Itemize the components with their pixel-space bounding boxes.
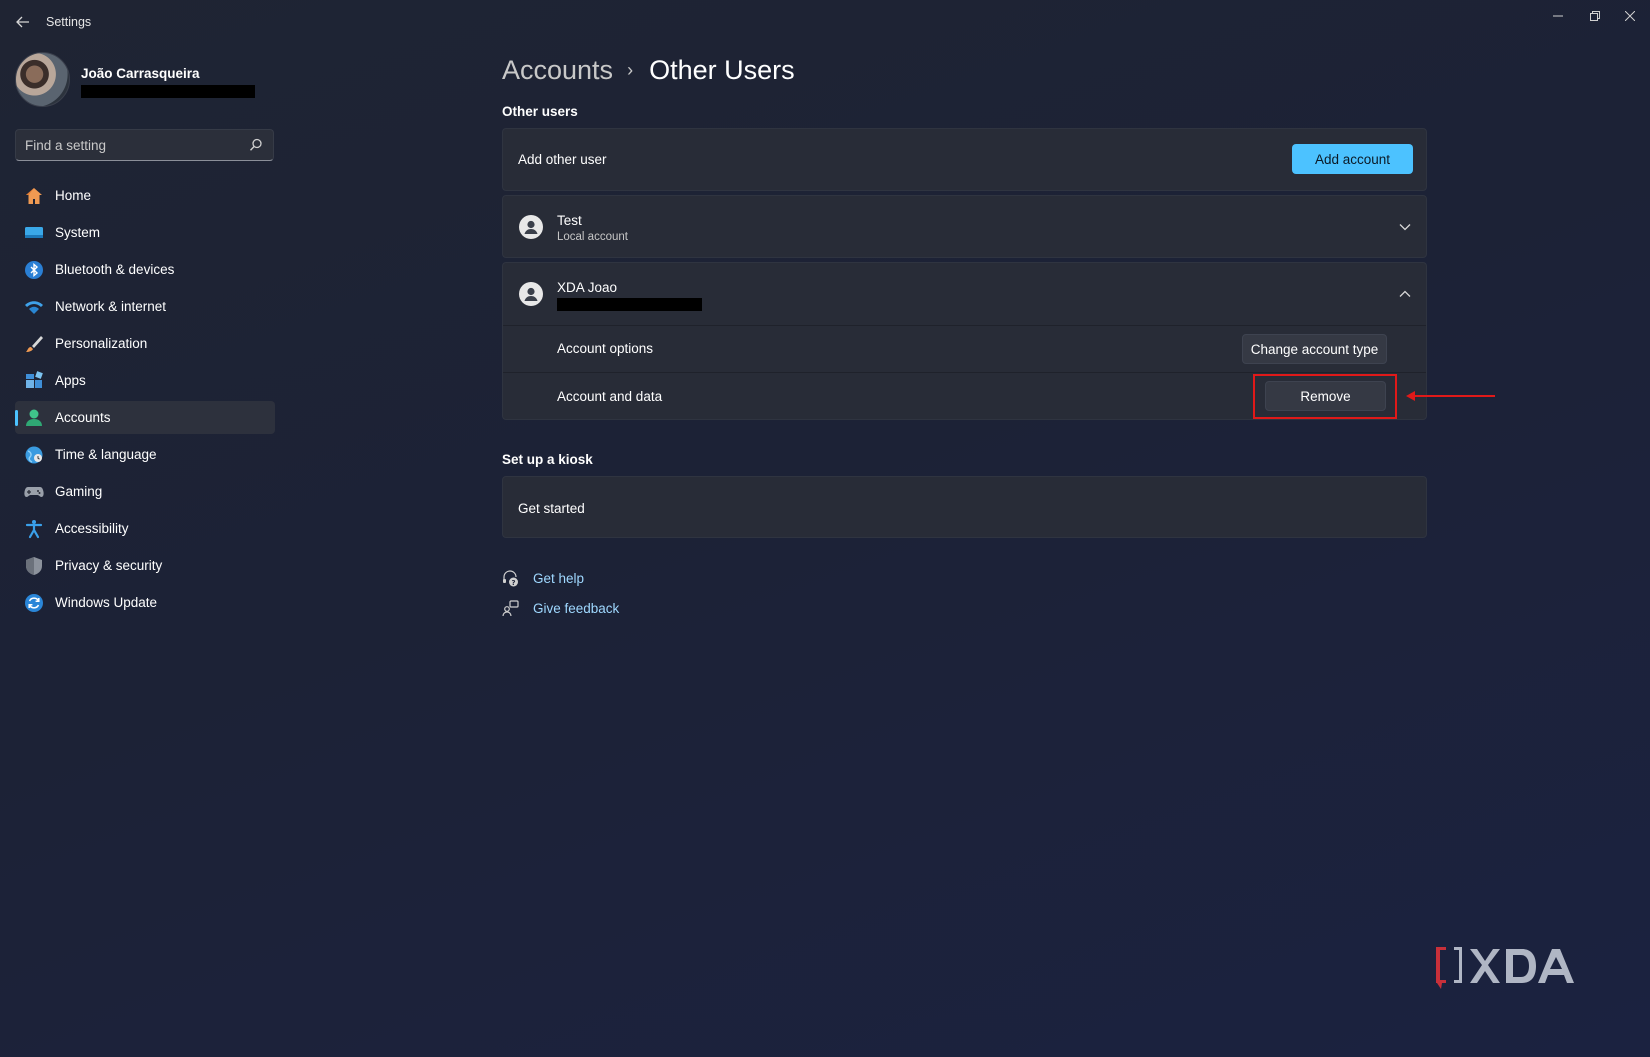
account-options-label: Account options [557,341,654,356]
account-and-data-label: Account and data [557,389,663,404]
shield-icon [26,557,42,575]
kiosk-card[interactable]: Get started [502,476,1427,538]
sidebar-item-bluetooth[interactable]: Bluetooth & devices [15,253,275,286]
feedback-icon [502,600,519,617]
breadcrumb: Accounts › Other Users [502,50,795,90]
app-title: Settings [46,15,92,29]
sidebar-item-label: Time & language [55,447,157,462]
sidebar-item-label: Windows Update [55,595,158,610]
user-name: XDA Joao [557,280,618,295]
user-account-type: Local account [557,231,628,243]
sidebar-item-label: Personalization [55,336,148,351]
chevron-up-icon[interactable] [1398,287,1412,301]
minimize-button[interactable] [1540,4,1576,28]
minimize-icon [1553,15,1563,17]
user-avatar-icon [519,282,543,306]
sidebar-item-windows-update[interactable]: Windows Update [15,586,275,619]
restore-button[interactable] [1577,4,1613,28]
divider [503,372,1426,373]
sidebar-item-label: Home [55,188,92,203]
close-button[interactable] [1612,4,1648,28]
bluetooth-icon [25,261,43,279]
sidebar-nav: Home System Bluetooth & devices Network … [15,179,275,623]
give-feedback-link[interactable]: Give feedback [533,601,619,616]
highlight-box [1253,374,1397,419]
person-icon [524,287,538,301]
close-icon [1625,11,1635,21]
add-account-button[interactable]: Add account [1292,144,1413,174]
sidebar-item-network[interactable]: Network & internet [15,290,275,323]
accounts-icon [26,409,42,426]
sidebar-item-personalization[interactable]: Personalization [15,327,275,360]
sidebar-item-privacy[interactable]: Privacy & security [15,549,275,582]
search-icon[interactable] [249,138,263,152]
section-title-other-users: Other users [502,104,578,119]
profile-name: João Carrasqueira [81,66,200,81]
get-started-label: Get started [518,501,585,516]
sidebar-item-time-language[interactable]: Time & language [15,438,275,471]
globe-icon [25,446,43,464]
search-input[interactable] [25,130,245,160]
xda-logo [1436,947,1574,989]
apps-icon [26,371,43,388]
accessibility-icon [25,520,43,539]
title-bar: Settings [0,0,1650,44]
back-button[interactable] [12,12,34,32]
add-other-user-card: Add other user Add account [502,128,1427,191]
system-icon [25,227,43,238]
user-card-test[interactable]: Test Local account [502,195,1427,258]
arrow-left-icon [16,16,29,28]
sidebar-item-label: System [55,225,101,240]
sidebar-item-apps[interactable]: Apps [15,364,275,397]
arrow-left-annotation-icon [1406,391,1495,401]
section-title-kiosk: Set up a kiosk [502,452,593,467]
sidebar-item-label: Bluetooth & devices [55,262,175,277]
breadcrumb-parent[interactable]: Accounts [502,55,613,86]
home-icon [26,188,42,204]
add-other-user-label: Add other user [518,152,607,167]
get-help-link[interactable]: Get help [533,571,584,586]
sidebar-item-label: Privacy & security [55,558,163,573]
restore-icon [1590,11,1600,21]
sidebar-item-system[interactable]: System [15,216,275,249]
sidebar-item-label: Apps [55,373,86,388]
sidebar-item-label: Accounts [55,410,111,425]
redacted-email [557,298,702,311]
brush-icon [26,336,43,352]
svg-text:?: ? [511,579,515,587]
sidebar-item-accessibility[interactable]: Accessibility [15,512,275,545]
update-icon [25,594,43,612]
sidebar-item-label: Accessibility [55,521,129,536]
redacted-email [81,85,255,98]
chevron-down-icon[interactable] [1398,220,1412,234]
sidebar-item-label: Network & internet [55,299,167,314]
search-box [15,129,274,161]
change-account-type-button[interactable]: Change account type [1242,334,1387,364]
divider [503,325,1426,326]
avatar [15,52,70,107]
sidebar-item-accounts[interactable]: Accounts [15,401,275,434]
wifi-icon [25,301,43,314]
person-icon [524,220,538,234]
sidebar-item-label: Gaming [55,484,103,499]
user-avatar-icon [519,215,543,239]
sidebar-item-home[interactable]: Home [15,179,275,212]
gamepad-icon [24,487,44,497]
user-name: Test [557,213,582,228]
help-icon: ? [503,570,518,587]
sidebar-item-gaming[interactable]: Gaming [15,475,275,508]
page-title: Other Users [649,54,795,85]
profile-header[interactable]: João Carrasqueira [15,52,275,108]
breadcrumb-separator: › [627,59,634,80]
